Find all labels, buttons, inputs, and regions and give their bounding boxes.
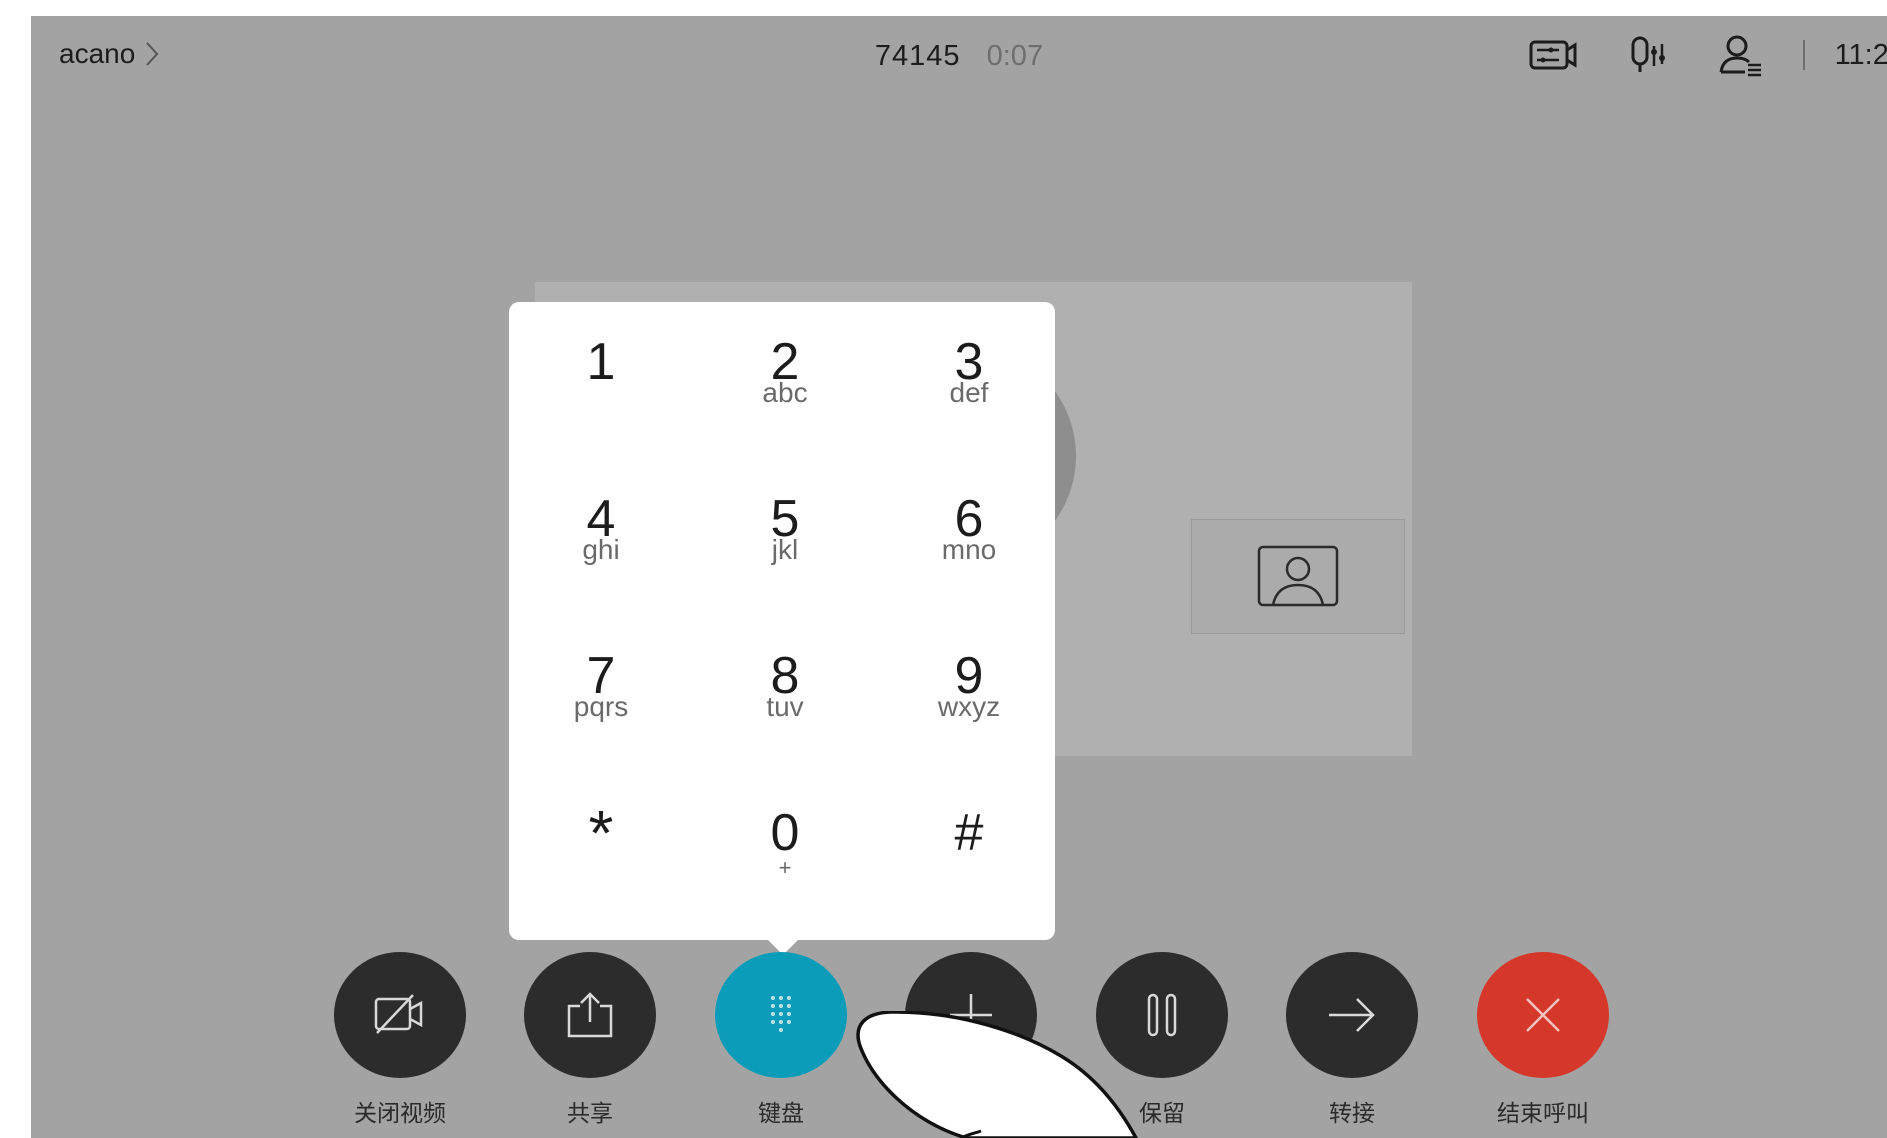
end-call-icon <box>1526 998 1560 1032</box>
key-hash[interactable]: # <box>877 773 1061 930</box>
key-7[interactable]: 7 pqrs <box>509 616 693 773</box>
key-9[interactable]: 9 wxyz <box>877 616 1061 773</box>
video-off-button[interactable] <box>334 952 466 1078</box>
video-off-control: 关闭视频 <box>334 952 466 1128</box>
end-call-control: 结束呼叫 <box>1477 952 1609 1128</box>
dial-keypad: 1 2 abc 3 def 4 ghi 5 jkl 6 mno 7 pqrs 8 tuv 9w… <box>509 302 1055 955</box>
share-button[interactable] <box>524 952 656 1078</box>
keypad-label: 键盘 <box>758 1100 804 1126</box>
share-icon <box>567 992 613 1038</box>
keypad-button[interactable] <box>715 952 847 1078</box>
end-call-button[interactable] <box>1477 952 1609 1078</box>
self-view-icon <box>1257 545 1339 607</box>
transfer-button[interactable] <box>1286 952 1418 1078</box>
end-call-label: 结束呼叫 <box>1497 1100 1589 1126</box>
self-view[interactable] <box>1191 519 1405 634</box>
call-screen: acano 74145 0:07 11:2 1 2 abc 3 def 4 gh… <box>31 16 1887 1138</box>
call-number: 74145 <box>874 40 961 72</box>
mic-settings-icon[interactable] <box>1621 30 1673 80</box>
share-label: 共享 <box>567 1100 613 1126</box>
clock: 11:28 <box>1834 38 1887 71</box>
key-0[interactable]: 0 + <box>693 773 877 930</box>
key-6[interactable]: 6 mno <box>877 459 1061 616</box>
video-off-label: 关闭视频 <box>354 1100 446 1126</box>
key-2[interactable]: 2 abc <box>693 302 877 459</box>
participants-icon[interactable] <box>1715 30 1767 80</box>
call-duration: 0:07 <box>986 40 1044 72</box>
camera-settings-icon[interactable] <box>1527 30 1579 80</box>
transfer-control: 转接 <box>1286 952 1418 1128</box>
key-1[interactable]: 1 <box>509 302 693 459</box>
share-control: 共享 <box>524 952 656 1128</box>
transfer-icon <box>1329 998 1375 1032</box>
key-5[interactable]: 5 jkl <box>693 459 877 616</box>
key-star[interactable]: * <box>509 773 693 930</box>
key-3[interactable]: 3 def <box>877 302 1061 459</box>
key-8[interactable]: 8 tuv <box>693 616 877 773</box>
key-4[interactable]: 4 ghi <box>509 459 693 616</box>
finger-pointer-icon <box>856 1011 1138 1138</box>
keypad-control: 键盘 <box>715 952 847 1128</box>
status-bar: 11:28 <box>1527 30 1887 80</box>
keypad-icon <box>771 996 791 1032</box>
transfer-label: 转接 <box>1329 1100 1375 1126</box>
video-off-icon <box>374 994 423 1034</box>
divider <box>1802 40 1805 70</box>
